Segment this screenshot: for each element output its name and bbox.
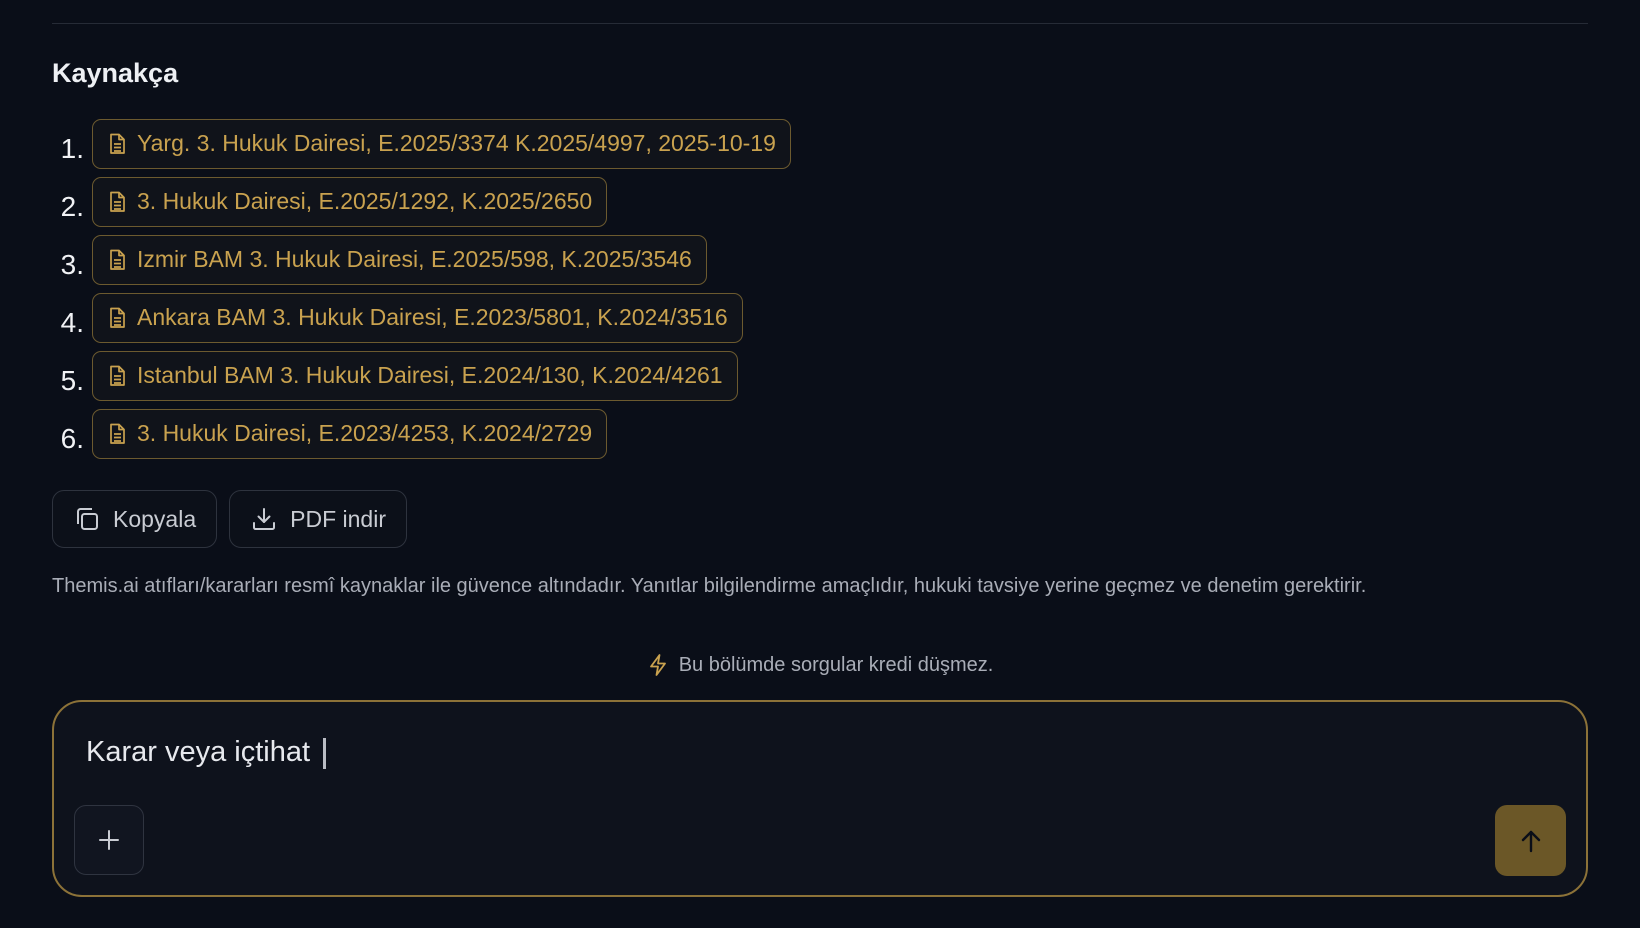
- reference-label: Istanbul BAM 3. Hukuk Dairesi, E.2024/13…: [137, 362, 723, 388]
- chat-page: Kaynakça 1. Yarg. 3. Hukuk Dairesi, E.20…: [0, 0, 1640, 928]
- credit-note: Bu bölümde sorgular kredi düşmez.: [0, 653, 1640, 677]
- reference-number: 4.: [60, 306, 84, 338]
- add-attachment-button[interactable]: [74, 805, 144, 875]
- list-item: 6. 3. Hukuk Dairesi, E.2023/4253, K.2024…: [52, 408, 791, 459]
- document-icon: [107, 133, 127, 155]
- action-bar: Kopyala PDF indir: [52, 490, 407, 548]
- copy-label: Kopyala: [113, 505, 197, 532]
- copy-button[interactable]: Kopyala: [52, 490, 218, 548]
- divider: [52, 23, 1588, 24]
- reference-number: 6.: [60, 422, 84, 454]
- list-item: 4. Ankara BAM 3. Hukuk Dairesi, E.2023/5…: [52, 292, 791, 343]
- reference-link[interactable]: Yarg. 3. Hukuk Dairesi, E.2025/3374 K.20…: [92, 118, 791, 169]
- reference-number: 5.: [60, 364, 84, 396]
- arrow-up-icon: [1517, 827, 1545, 855]
- credit-note-text: Bu bölümde sorgular kredi düşmez.: [678, 653, 994, 676]
- document-icon: [107, 249, 127, 271]
- pdf-label: PDF indir: [290, 505, 386, 532]
- lightning-icon: [647, 653, 669, 677]
- reference-number: 2.: [60, 190, 84, 222]
- reference-number: 1.: [60, 132, 84, 164]
- reference-link[interactable]: Izmir BAM 3. Hukuk Dairesi, E.2025/598, …: [92, 234, 707, 285]
- reference-number: 3.: [60, 248, 84, 280]
- pdf-download-button[interactable]: PDF indir: [229, 490, 407, 548]
- reference-link[interactable]: Ankara BAM 3. Hukuk Dairesi, E.2023/5801…: [92, 292, 743, 343]
- reference-label: 3. Hukuk Dairesi, E.2025/1292, K.2025/26…: [137, 188, 593, 214]
- reference-label: Yarg. 3. Hukuk Dairesi, E.2025/3374 K.20…: [137, 130, 776, 156]
- document-icon: [107, 365, 127, 387]
- reference-label: Izmir BAM 3. Hukuk Dairesi, E.2025/598, …: [137, 246, 692, 272]
- list-item: 1. Yarg. 3. Hukuk Dairesi, E.2025/3374 K…: [52, 118, 791, 169]
- reference-label: 3. Hukuk Dairesi, E.2023/4253, K.2024/27…: [137, 420, 593, 446]
- reference-list: 1. Yarg. 3. Hukuk Dairesi, E.2025/3374 K…: [52, 118, 791, 466]
- text-caret: [323, 738, 326, 769]
- reference-link[interactable]: 3. Hukuk Dairesi, E.2025/1292, K.2025/26…: [92, 176, 608, 227]
- references-title: Kaynakça: [52, 58, 179, 88]
- plus-icon: [96, 827, 122, 853]
- download-icon: [250, 505, 278, 533]
- disclaimer-text: Themis.ai atıfları/kararları resmî kayna…: [52, 575, 1367, 597]
- query-input[interactable]: [86, 728, 1486, 776]
- chat-composer: [52, 700, 1588, 897]
- list-item: 5. Istanbul BAM 3. Hukuk Dairesi, E.2024…: [52, 350, 791, 401]
- send-button[interactable]: [1495, 805, 1566, 876]
- list-item: 3. Izmir BAM 3. Hukuk Dairesi, E.2025/59…: [52, 234, 791, 285]
- document-icon: [107, 191, 127, 213]
- document-icon: [107, 307, 127, 329]
- reference-link[interactable]: Istanbul BAM 3. Hukuk Dairesi, E.2024/13…: [92, 350, 738, 401]
- reference-label: Ankara BAM 3. Hukuk Dairesi, E.2023/5801…: [137, 304, 728, 330]
- document-icon: [107, 423, 127, 445]
- reference-link[interactable]: 3. Hukuk Dairesi, E.2023/4253, K.2024/27…: [92, 408, 608, 459]
- list-item: 2. 3. Hukuk Dairesi, E.2025/1292, K.2025…: [52, 176, 791, 227]
- copy-icon: [73, 505, 101, 533]
